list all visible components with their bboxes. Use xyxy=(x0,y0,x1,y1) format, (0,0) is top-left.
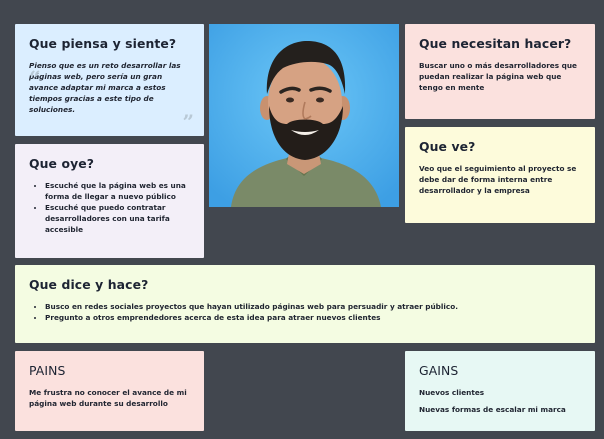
close-quote-icon: ” xyxy=(182,110,194,134)
persona-photo-image xyxy=(209,24,399,207)
oye-title: Que oye? xyxy=(29,156,95,171)
list-item: Pregunto a otros emprendedores acerca de… xyxy=(45,312,581,323)
necesitan-hacer-title: Que necesitan hacer? xyxy=(419,36,572,51)
piensa-siente-card: Que piensa y siente? “ Pienso que es un … xyxy=(15,24,204,136)
piensa-siente-title: Que piensa y siente? xyxy=(29,36,177,51)
gains-title: GAINS xyxy=(419,363,459,378)
pains-title: PAINS xyxy=(29,363,66,378)
dice-hace-title: Que dice y hace? xyxy=(29,277,149,292)
necesitan-hacer-card: Que necesitan hacer? Buscar uno o más de… xyxy=(405,24,595,119)
pains-text: Me frustra no conocer el avance de mi pá… xyxy=(29,388,187,408)
dice-hace-card: Que dice y hace? Busco en redes sociales… xyxy=(15,265,595,343)
que-ve-title: Que ve? xyxy=(419,139,476,154)
gains-card: GAINS Nuevos clientes Nuevas formas de e… xyxy=(405,351,595,431)
list-item: Busco en redes sociales proyectos que ha… xyxy=(45,301,581,312)
gains-item: Nuevos clientes xyxy=(419,388,485,397)
dice-hace-list: Busco en redes sociales proyectos que ha… xyxy=(29,301,581,323)
persona-portrait xyxy=(209,24,399,207)
open-quote-icon: “ xyxy=(29,66,41,90)
piensa-siente-quote: Pienso que es un reto desarrollar las pá… xyxy=(29,61,181,114)
list-item: Escuché que puedo contratar desarrollado… xyxy=(45,202,190,235)
pains-card: PAINS Me frustra no conocer el avance de… xyxy=(15,351,204,431)
necesitan-hacer-text: Buscar uno o más desarrolladores que pue… xyxy=(419,61,578,92)
oye-list: Escuché que la página web es una forma d… xyxy=(29,180,190,235)
que-ve-text: Veo que el seguimiento al proyecto se de… xyxy=(419,164,577,195)
list-item: Escuché que la página web es una forma d… xyxy=(45,180,190,202)
que-ve-card: Que ve? Veo que el seguimiento al proyec… xyxy=(405,127,595,223)
gains-item: Nuevas formas de escalar mi marca xyxy=(419,405,566,414)
oye-card: Que oye? Escuché que la página web es un… xyxy=(15,144,204,258)
